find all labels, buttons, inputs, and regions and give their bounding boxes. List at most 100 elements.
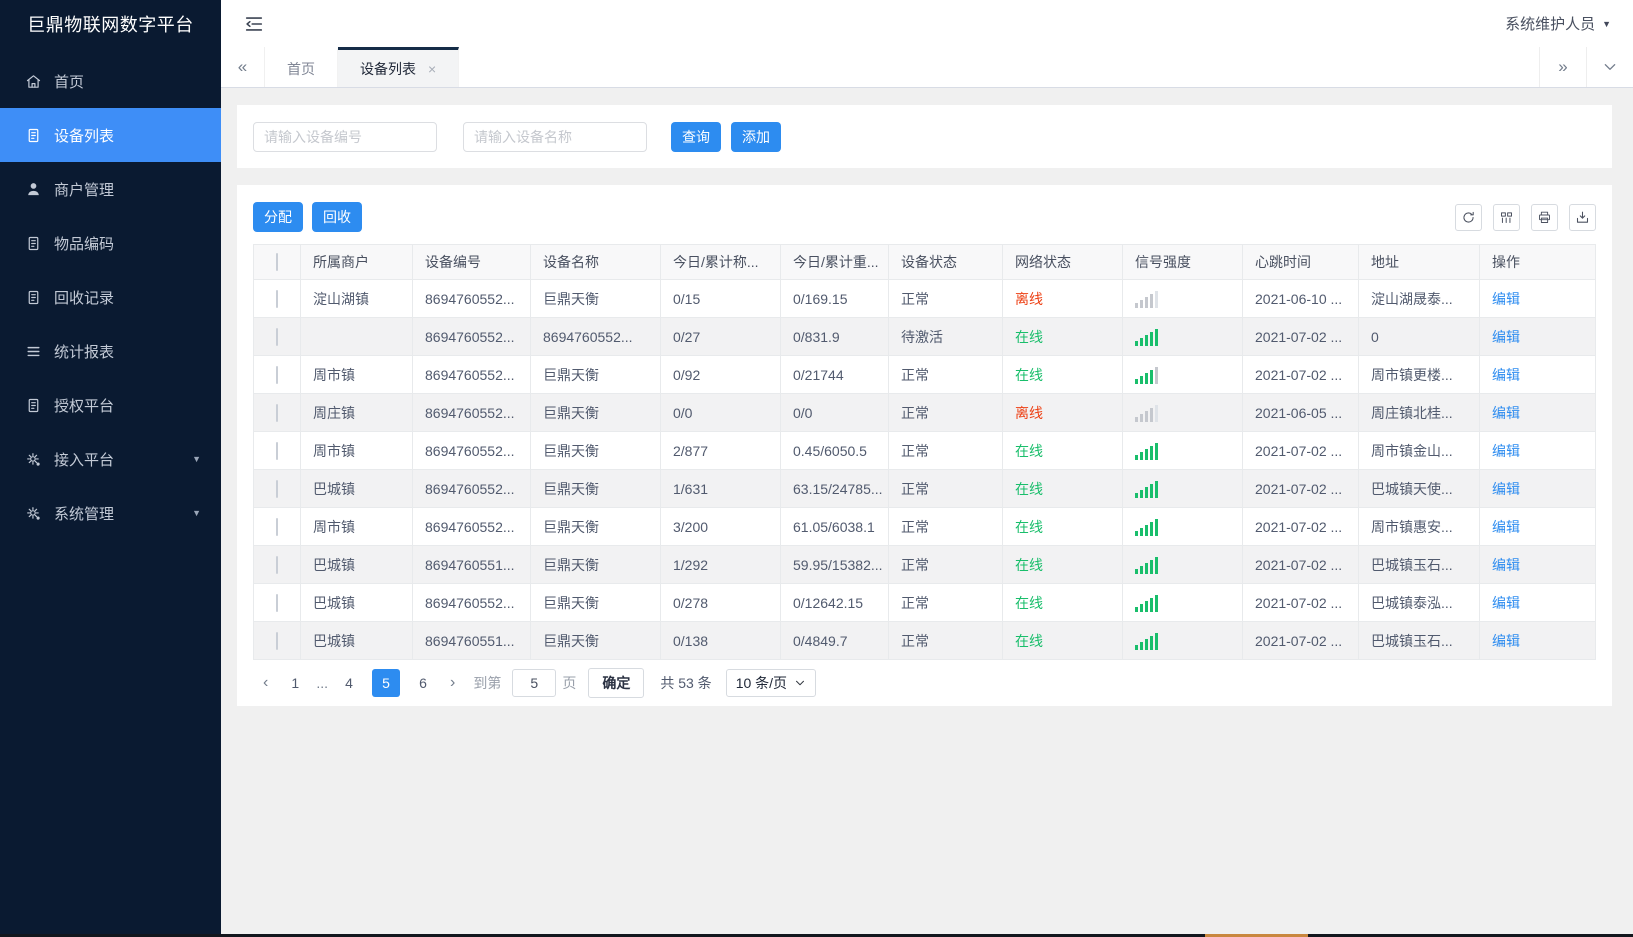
edit-link[interactable]: 编辑 (1492, 443, 1520, 459)
table-row: 周市镇 8694760552... 巨鼎天衡 0/92 0/21744 正常 在线 2021-… (253, 355, 1596, 394)
content: 查询 添加 分配 回收 所属商户设备编号设备名称今日/累计称...今日/累计重.… (221, 88, 1633, 937)
export-button[interactable] (1569, 203, 1596, 231)
table-toolbar: 分配 回收 (253, 195, 1596, 239)
row-checkbox[interactable] (276, 631, 278, 650)
edit-link[interactable]: 编辑 (1492, 595, 1520, 611)
cell-device-status: 正常 (888, 431, 1003, 470)
cell-today-count: 2/877 (660, 431, 781, 470)
edit-link[interactable]: 编辑 (1492, 329, 1520, 345)
row-checkbox[interactable] (276, 593, 278, 612)
cell-device-status: 正常 (888, 469, 1003, 508)
tab-bar: « 首页 设备列表 × » (221, 47, 1633, 88)
row-checkbox[interactable] (276, 403, 278, 422)
cell-today-weight: 0/12642.15 (780, 583, 889, 622)
page-prev-icon[interactable]: ‹ (263, 674, 268, 692)
row-checkbox[interactable] (276, 289, 278, 308)
sidebar-item-item-code[interactable]: 物品编码 (0, 216, 221, 270)
row-checkbox[interactable] (276, 555, 278, 574)
sidebar-item-system-mgmt[interactable]: 系统管理 ▼ (0, 486, 221, 540)
signal-bars-icon (1135, 594, 1230, 612)
cell-today-weight: 63.15/24785... (780, 469, 889, 508)
user-menu[interactable]: 系统维护人员 ▼ (1505, 13, 1611, 34)
tab-home[interactable]: 首页 (265, 47, 338, 87)
cell-heartbeat: 2021-06-05 ... (1242, 393, 1359, 432)
add-button[interactable]: 添加 (731, 121, 781, 152)
page-size-select[interactable]: 10 条/页 (725, 669, 817, 697)
assign-button[interactable]: 分配 (253, 202, 303, 232)
cell-today-weight: 0/4849.7 (780, 621, 889, 660)
menu-fold-icon[interactable] (243, 13, 265, 35)
cell-today-count: 0/0 (660, 393, 781, 432)
row-checkbox[interactable] (276, 441, 278, 460)
query-button[interactable]: 查询 (671, 121, 721, 152)
edit-link[interactable]: 编辑 (1492, 291, 1520, 307)
cell-actions: 编辑 (1479, 393, 1596, 432)
sidebar-item-auth-platform[interactable]: 授权平台 (0, 378, 221, 432)
print-button[interactable] (1531, 203, 1558, 231)
sidebar-item-device-list[interactable]: 设备列表 (0, 108, 221, 162)
page-number-4[interactable]: 4 (338, 675, 360, 691)
goto-page-input[interactable] (512, 669, 557, 697)
device-name-input[interactable] (463, 121, 647, 152)
goto-confirm-button[interactable]: 确定 (588, 668, 645, 698)
cell-heartbeat: 2021-07-02 ... (1242, 507, 1359, 546)
cell-today-count: 1/292 (660, 545, 781, 584)
device-no-input[interactable] (253, 121, 437, 152)
tabs-scroll-right-icon[interactable]: » (1539, 47, 1586, 87)
sidebar-item-label: 回收记录 (54, 289, 115, 307)
cell-merchant: 巴城镇 (300, 621, 413, 660)
tab-device-list[interactable]: 设备列表 × (338, 47, 460, 87)
column-header-4: 今日/累计重... (780, 244, 889, 280)
edit-link[interactable]: 编辑 (1492, 481, 1520, 497)
sidebar-item-merchant-mgmt[interactable]: 商户管理 (0, 162, 221, 216)
page-number-6[interactable]: 6 (412, 675, 434, 691)
edit-link[interactable]: 编辑 (1492, 367, 1520, 383)
refresh-button[interactable] (1455, 203, 1482, 231)
close-icon[interactable]: × (428, 61, 436, 77)
sidebar-item-label: 系统管理 (54, 505, 115, 523)
edit-link[interactable]: 编辑 (1492, 557, 1520, 573)
row-checkbox-cell (253, 355, 301, 394)
page-number-5[interactable]: 5 (372, 669, 400, 697)
cell-actions: 编辑 (1479, 583, 1596, 622)
column-header-1: 设备编号 (412, 244, 531, 280)
cell-network-status: 在线 (1002, 545, 1123, 584)
signal-bars-icon (1135, 632, 1230, 650)
sidebar-item-label: 授权平台 (54, 397, 115, 415)
tabs-menu-icon[interactable] (1586, 47, 1633, 87)
page-number-1[interactable]: 1 (284, 675, 306, 691)
columns-button[interactable] (1493, 203, 1520, 231)
signal-bars-icon (1135, 290, 1230, 308)
cell-device-name: 巨鼎天衡 (530, 621, 661, 660)
edit-link[interactable]: 编辑 (1492, 519, 1520, 535)
sidebar-item-recycle-record[interactable]: 回收记录 (0, 270, 221, 324)
sidebar-item-access-platform[interactable]: 接入平台 ▼ (0, 432, 221, 486)
cell-actions: 编辑 (1479, 469, 1596, 508)
sidebar-item-home[interactable]: 首页 (0, 54, 221, 108)
refresh-icon (1461, 210, 1476, 225)
sidebar-item-label: 物品编码 (54, 235, 115, 253)
cell-today-weight: 0/831.9 (780, 317, 889, 356)
page-next-icon[interactable]: › (450, 674, 455, 692)
tabs-scroll-left-icon[interactable]: « (221, 47, 265, 87)
sidebar-item-stat-report[interactable]: 统计报表 (0, 324, 221, 378)
row-checkbox[interactable] (276, 327, 278, 346)
gear-icon (24, 504, 42, 522)
cell-device-no: 8694760552... (412, 355, 531, 394)
row-checkbox[interactable] (276, 479, 278, 498)
cell-address: 周市镇更楼... (1358, 355, 1480, 394)
cell-merchant: 周市镇 (300, 431, 413, 470)
cell-signal (1122, 621, 1243, 660)
sidebar: 巨鼎物联网数字平台 首页 设备列表 商户管理物品编码回收记录统计报表授权平台接入平台… (0, 0, 221, 937)
select-all-checkbox[interactable] (276, 253, 278, 271)
app-title: 巨鼎物联网数字平台 (27, 15, 194, 35)
cell-signal (1122, 393, 1243, 432)
row-checkbox[interactable] (276, 517, 278, 536)
cell-device-name: 巨鼎天衡 (530, 583, 661, 622)
row-checkbox[interactable] (276, 365, 278, 384)
cell-today-count: 3/200 (660, 507, 781, 546)
cell-actions: 编辑 (1479, 279, 1596, 318)
edit-link[interactable]: 编辑 (1492, 405, 1520, 421)
recycle-button[interactable]: 回收 (312, 202, 362, 232)
edit-link[interactable]: 编辑 (1492, 633, 1520, 649)
